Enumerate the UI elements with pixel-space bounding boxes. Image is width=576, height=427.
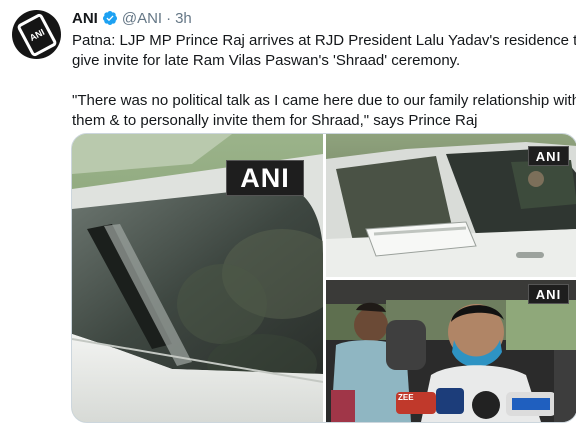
- media-image-interview[interactable]: ANI ZEE: [326, 280, 576, 422]
- tweet-text-line: give invite for late Ram Vilas Paswan's …: [72, 51, 461, 69]
- tweet-timestamp[interactable]: 3h: [175, 10, 192, 27]
- ani-watermark: ANI: [528, 284, 569, 304]
- ani-watermark: ANI: [528, 146, 569, 166]
- ani-watermark: ANI: [226, 160, 304, 196]
- author-handle[interactable]: @ANI: [122, 10, 162, 27]
- tweet-media-grid: ANI ANI ANI ZEE: [71, 133, 576, 423]
- author-name[interactable]: ANI: [72, 10, 98, 27]
- tweet-quote-line: "There was no political talk as I came h…: [72, 92, 576, 109]
- tweet-text-line: Patna: LJP MP Prince Raj arrives at RJD …: [72, 32, 576, 49]
- tweet-header: ANI @ANI · 3h: [72, 8, 192, 28]
- separator-dot: ·: [166, 9, 172, 27]
- ani-logo: ANI: [15, 12, 58, 57]
- media-image-car-window[interactable]: ANI: [72, 134, 323, 422]
- tweet-body: Patna: LJP MP Prince Raj arrives at RJD …: [72, 31, 576, 130]
- media-image-car-arrival[interactable]: ANI: [326, 134, 576, 277]
- verified-badge-icon: [102, 10, 118, 26]
- tweet-quote-line: them & to personally invite them for Shr…: [72, 111, 478, 129]
- avatar-logo-text: ANI: [27, 26, 46, 43]
- mic-label: ZEE: [398, 393, 414, 402]
- author-avatar[interactable]: ANI: [12, 10, 61, 59]
